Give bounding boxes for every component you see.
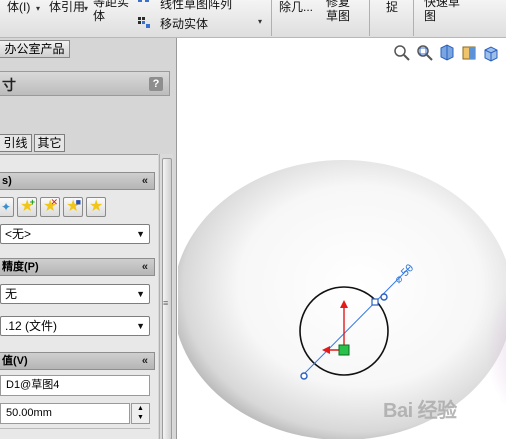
circle-center-point[interactable] <box>338 344 350 356</box>
favorite-select-value: <无> <box>5 227 32 241</box>
spin-up-icon[interactable]: ▲ <box>132 404 149 413</box>
section-view-icon[interactable] <box>460 44 478 62</box>
view-orientation-icon[interactable] <box>482 44 500 62</box>
zoom-area-icon[interactable] <box>416 44 434 62</box>
close-icon: ✕ <box>50 197 58 207</box>
primary-unit-precision-value: .12 (文件) <box>5 319 58 333</box>
ribbon-divider <box>413 0 414 36</box>
section-favorites-header[interactable]: s) « <box>0 172 155 190</box>
watermark-text: Bai 经验 <box>383 400 457 422</box>
save-favorite-button[interactable]: ★ ■ <box>63 197 83 217</box>
section-precision-header[interactable]: 精度(P) « <box>0 258 155 276</box>
property-manager-title: 寸 ? <box>0 71 170 96</box>
apply-default-favorite-button[interactable]: ✦ <box>0 197 14 217</box>
chevron-down-icon[interactable]: ▾ <box>84 4 88 13</box>
ribbon-item-body-ref[interactable]: 体引用 <box>49 1 85 14</box>
spin-down-icon[interactable]: ▼ <box>132 413 149 422</box>
star-icon: ★ <box>89 198 104 215</box>
rapid-sketch-button[interactable]: 快速草图 <box>424 0 464 23</box>
save-icon: ■ <box>75 197 81 207</box>
move-entities-icon <box>138 17 150 28</box>
previous-view-icon[interactable] <box>438 44 456 62</box>
move-entities-button[interactable]: 移动实体 <box>160 15 208 32</box>
offset-entities-button[interactable]: 等距实体 <box>93 0 129 23</box>
tolerance-type-value: 无 <box>5 287 18 301</box>
repair-sketch-button[interactable]: 修复草图 <box>326 0 356 23</box>
tab-office-products[interactable]: 办公室产品 <box>0 40 70 58</box>
scrollbar-grip-icon: ≡ <box>163 298 168 308</box>
favorite-icon: ✦ <box>1 200 12 214</box>
page-title: 寸 <box>2 77 16 93</box>
chevron-down-icon[interactable]: ▾ <box>258 17 262 26</box>
section-value-header[interactable]: 值(V) « <box>0 352 155 370</box>
linear-sketch-pattern-button[interactable]: 线性草图阵列 <box>160 0 232 12</box>
remove-relations-button[interactable]: 除几... <box>279 1 313 14</box>
collapse-icon[interactable]: « <box>142 173 148 189</box>
tab-leaders[interactable]: 引线 <box>0 134 32 152</box>
dimension-name-field[interactable]: D1@草图4 <box>0 375 150 396</box>
baidu-watermark: Bai 经验 <box>383 394 457 423</box>
chevron-down-icon: ▼ <box>136 321 145 331</box>
section-precision-title: 精度(P) <box>2 261 39 273</box>
ribbon-item-body[interactable]: 体(I) <box>7 1 30 14</box>
ribbon-divider <box>369 0 370 36</box>
chevron-down-icon[interactable]: ▾ <box>36 4 40 13</box>
collapse-icon[interactable]: « <box>142 259 148 275</box>
favorite-select[interactable]: <无> ▼ <box>0 224 150 244</box>
primary-unit-precision-select[interactable]: .12 (文件) ▼ <box>0 316 150 336</box>
linear-pattern-icon <box>138 0 149 2</box>
ribbon-divider <box>271 0 272 36</box>
delete-favorite-button[interactable]: ★ ✕ <box>40 197 60 217</box>
section-favorites-title: s) <box>2 175 12 187</box>
circle-endpoint[interactable] <box>371 298 379 306</box>
viewport-canvas: ⌀ 50 <box>178 160 506 439</box>
section-value-title: 值(V) <box>2 355 28 367</box>
ribbon-toolbar: 体(I) ▾ 体引用 ▾ 等距实体 线性草图阵列 移动实体 ▾ 除几... 修复… <box>0 0 506 38</box>
tolerance-type-select[interactable]: 无 ▼ <box>0 284 150 304</box>
plus-icon: + <box>29 197 35 207</box>
help-icon[interactable]: ? <box>149 77 163 91</box>
panel-scrollbar[interactable]: ≡ <box>159 154 173 439</box>
panel-bottom-strip <box>0 428 150 439</box>
chevron-down-icon: ▼ <box>136 289 145 299</box>
dimension-value-stepper[interactable]: ▲ ▼ <box>131 403 150 424</box>
dimension-handle[interactable] <box>380 293 388 301</box>
dimension-value-field[interactable]: 50.00mm <box>0 403 130 424</box>
chevron-down-icon: ▼ <box>136 229 145 239</box>
graphics-viewport[interactable]: ⌀ 50 <box>178 38 506 439</box>
add-favorite-button[interactable]: ★ + <box>17 197 37 217</box>
collapse-icon[interactable]: « <box>142 353 148 369</box>
quick-snaps-button[interactable]: 捉 <box>386 1 398 14</box>
tab-other[interactable]: 其它 <box>34 134 65 152</box>
zoom-to-fit-icon[interactable] <box>393 44 411 62</box>
dimension-handle[interactable] <box>300 372 308 380</box>
load-favorite-button[interactable]: ★ <box>86 197 106 217</box>
